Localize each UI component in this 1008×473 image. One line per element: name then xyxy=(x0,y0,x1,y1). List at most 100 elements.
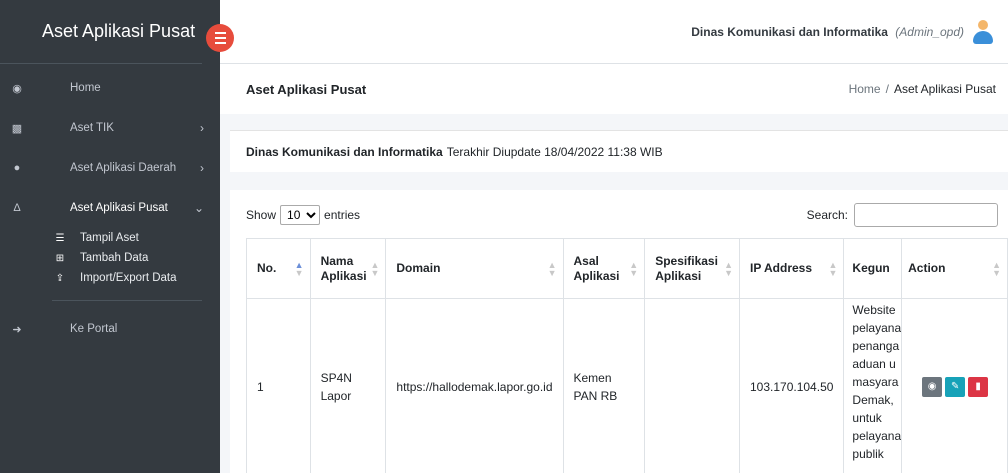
sort-asc-icon: ▲ ▼ xyxy=(294,259,304,278)
sidebar-subitem-label: Tambah Data xyxy=(80,252,149,264)
col-label: Spesifikasi Aplikasi xyxy=(655,253,718,283)
sidebar-nav-bottom: ➜ Ke Portal xyxy=(0,309,220,349)
sidebar-item-label: Home xyxy=(70,82,101,94)
kegunaan-line: masyara xyxy=(852,375,899,389)
kegunaan-line: Demak, xyxy=(852,393,894,407)
hamburger-icon xyxy=(214,31,226,46)
briefcase-icon: ▩ xyxy=(11,122,23,135)
user-role: (Admin_opd) xyxy=(895,24,964,39)
avatar-head xyxy=(978,19,988,30)
content-header: Aset Aplikasi Pusat Home / Aset Aplikasi P… xyxy=(220,64,1008,114)
kegunaan-line: penanga xyxy=(852,339,900,353)
col-label: IP Address xyxy=(750,261,813,275)
cell-nama: SP4N Lapor xyxy=(309,298,387,473)
upload-icon: ⇪ xyxy=(55,272,65,284)
breadcrumb: Home / Aset Aplikasi Pusat xyxy=(849,82,996,96)
plus-square-icon: ⊞ xyxy=(55,252,65,264)
table-header-row: No. ▲ ▼ Nama Aplikasi ▲ ▼ Domain ▲ ▼ Asal Apli… xyxy=(246,238,1008,299)
avatar-body xyxy=(973,30,993,44)
sort-icon: ▲ ▼ xyxy=(992,259,1001,278)
col-header-ip[interactable]: IP Address ▲ ▼ xyxy=(738,238,845,299)
info-updated: Terakhir Diupdate 18/04/2022 11:38 WIB xyxy=(446,144,663,159)
edit-button[interactable]: ✎ xyxy=(945,376,966,397)
kegunaan-line: aduan u xyxy=(852,357,896,371)
cell-asal: Kemen PAN RB xyxy=(562,298,646,473)
sidebar-divider xyxy=(52,300,202,301)
sign-in-icon: ➜ xyxy=(12,323,22,336)
user-org: Dinas Komunikasi dan Informatika xyxy=(691,24,888,39)
col-label: Kegun xyxy=(852,261,890,275)
sort-icon: ▲ ▼ xyxy=(629,259,639,278)
sidebar-item-home[interactable]: ◉ Home xyxy=(0,68,220,108)
sort-icon: ▲ ▼ xyxy=(724,259,733,278)
chevron-right-icon: › xyxy=(200,121,204,135)
search-label: Search: xyxy=(806,208,848,222)
info-card: Dinas Komunikasi dan Informatika Terakhi… xyxy=(230,130,1008,172)
view-button[interactable]: ◉ xyxy=(922,376,943,397)
sidebar-item-label: Ke Portal xyxy=(70,323,118,335)
col-header-action[interactable]: Action ▲ ▼ xyxy=(901,238,1008,299)
breadcrumb-separator: / xyxy=(885,82,889,96)
sidebar-subitem-label: Tampil Aset xyxy=(80,232,139,244)
menu-toggle-button[interactable] xyxy=(206,24,234,52)
sidebar-subitem-tampil-aset[interactable]: ☰ Tampil Aset xyxy=(0,228,220,248)
user-info[interactable]: Dinas Komunikasi dan Informatika (Admin_… xyxy=(691,25,964,39)
col-header-no[interactable]: No. ▲ ▼ xyxy=(246,238,311,299)
topbar: Dinas Komunikasi dan Informatika (Admin_… xyxy=(220,0,1008,64)
sidebar-item-aset-aplikasi-pusat[interactable]: Δ Aset Aplikasi Pusat ⌄ xyxy=(0,188,220,228)
sidebar-item-label: Aset TIK xyxy=(70,122,114,134)
dashboard-icon: ◉ xyxy=(12,82,22,95)
trash-icon: ▮ xyxy=(975,380,981,392)
sidebar-item-label: Aset Aplikasi Daerah xyxy=(70,162,177,174)
col-header-kegunaan[interactable]: Kegun xyxy=(843,238,903,299)
table-controls: Show 10 entries Search: xyxy=(246,202,998,228)
sidebar-item-label: Aset Aplikasi Pusat xyxy=(70,202,168,214)
sidebar-subitem-tambah-data[interactable]: ⊞ Tambah Data xyxy=(0,248,220,268)
search-input[interactable] xyxy=(854,203,998,227)
android-icon: ● xyxy=(13,162,21,174)
sidebar-item-ke-portal[interactable]: ➜ Ke Portal xyxy=(0,309,220,349)
avatar[interactable] xyxy=(972,19,994,44)
kegunaan-line: untuk xyxy=(852,411,882,425)
col-header-nama[interactable]: Nama Aplikasi ▲ ▼ xyxy=(309,238,387,299)
col-header-domain[interactable]: Domain ▲ ▼ xyxy=(385,238,564,299)
sidebar-subitem-import-export[interactable]: ⇪ Import/Export Data xyxy=(0,268,220,288)
info-org: Dinas Komunikasi dan Informatika xyxy=(246,144,443,159)
kegunaan-line: publik xyxy=(852,447,884,461)
col-header-asal[interactable]: Asal Aplikasi ▲ ▼ xyxy=(562,238,646,299)
apple-icon: Δ xyxy=(13,202,21,214)
sidebar-subitem-label: Import/Export Data xyxy=(80,272,177,284)
col-label: No. xyxy=(257,261,277,275)
entries-label: entries xyxy=(324,208,361,222)
sort-icon: ▲ ▼ xyxy=(370,259,380,278)
chevron-right-icon: › xyxy=(200,161,204,175)
sidebar: Aset Aplikasi Pusat ◉ Home ▩ Aset TIK › … xyxy=(0,0,220,473)
col-label: Domain xyxy=(396,261,441,275)
sidebar-item-aset-aplikasi-daerah[interactable]: ● Aset Aplikasi Daerah › xyxy=(0,148,220,188)
page-title: Aset Aplikasi Pusat xyxy=(246,81,367,97)
col-label: Asal Aplikasi xyxy=(573,253,620,283)
brand-text: Aset Aplikasi Pusat xyxy=(42,21,196,41)
cell-action: ◉ ✎ ▮ xyxy=(901,298,1008,473)
search-box: Search: xyxy=(807,203,998,227)
kegunaan-line: Website xyxy=(852,303,896,317)
entries-select[interactable]: 10 xyxy=(280,205,321,225)
kegunaan-line: pelayana xyxy=(852,321,902,335)
sort-icon: ▲ ▼ xyxy=(547,259,557,278)
cell-ip: 103.170.104.50 xyxy=(738,298,845,473)
breadcrumb-current: Aset Aplikasi Pusat xyxy=(893,82,996,96)
entries-length: Show 10 entries xyxy=(246,205,360,225)
show-label: Show xyxy=(246,208,277,222)
cell-no: 1 xyxy=(246,298,311,473)
col-label: Action xyxy=(908,261,946,275)
cell-spesifikasi xyxy=(644,298,740,473)
delete-button[interactable]: ▮ xyxy=(968,376,989,397)
table-row: 1 SP4N Lapor https://hallodemak.lapor.go… xyxy=(246,298,1008,473)
sidebar-item-aset-tik[interactable]: ▩ Aset TIK › xyxy=(0,108,220,148)
breadcrumb-home[interactable]: Home xyxy=(849,82,881,96)
brand[interactable]: Aset Aplikasi Pusat xyxy=(0,0,202,64)
cell-domain: https://hallodemak.lapor.go.id xyxy=(385,298,564,473)
cell-kegunaan: Website pelayana penanga aduan u masyara… xyxy=(843,298,903,473)
sidebar-nav: ◉ Home ▩ Aset TIK › ● Aset Aplikasi Daer… xyxy=(0,68,220,228)
col-header-spesifikasi[interactable]: Spesifikasi Aplikasi ▲ ▼ xyxy=(644,238,740,299)
